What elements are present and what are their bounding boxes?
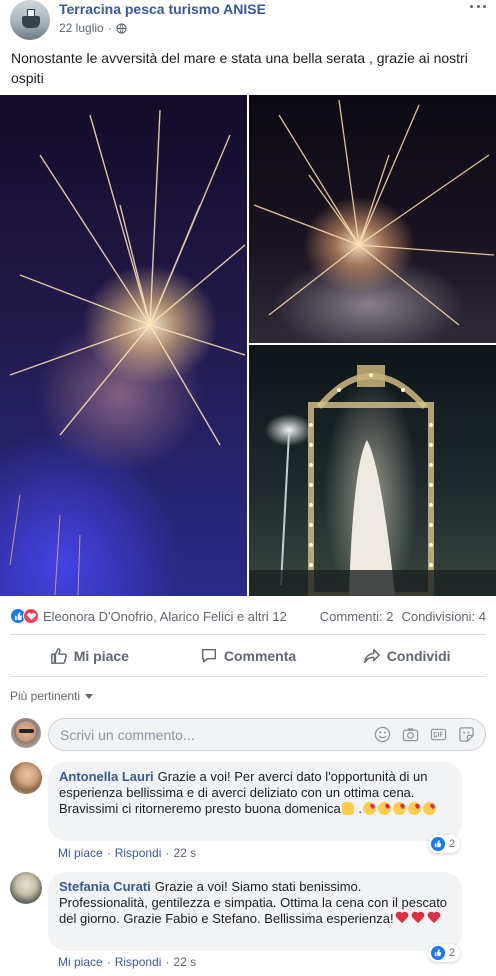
reaction-counts: Commenti: 2 Condivisioni: 4 <box>320 609 486 624</box>
comment-like-number: 2 <box>449 838 456 850</box>
camera-icon[interactable] <box>402 726 419 743</box>
thumbs-up-emoji-icon <box>341 802 354 815</box>
divider <box>10 676 486 677</box>
composer-icons <box>374 726 475 743</box>
comment-input[interactable] <box>60 726 374 743</box>
comment-like-count[interactable]: 2 <box>428 835 461 853</box>
share-icon <box>363 648 380 664</box>
comment-actions: Mi piace · Rispondi · 22 s <box>58 846 196 860</box>
kiss-emoji-icon <box>408 802 422 815</box>
like-button[interactable]: Mi piace <box>10 638 169 674</box>
comment-sort-dropdown[interactable]: Più pertinenti <box>10 689 94 703</box>
photo-fireworks-1[interactable] <box>0 95 247 596</box>
meta-separator: · <box>107 21 112 35</box>
comment-composer <box>48 718 486 751</box>
kiss-emoji-icon <box>363 802 377 815</box>
comment-like-count[interactable]: 2 <box>428 944 461 962</box>
photo-statue-procession[interactable] <box>249 345 496 596</box>
divider <box>10 634 486 635</box>
like-icon <box>431 837 445 851</box>
comment-button[interactable]: Commenta <box>169 638 328 674</box>
comment-sort-label: Più pertinenti <box>10 689 81 703</box>
comment-author[interactable]: Stefania Curati <box>59 879 151 894</box>
share-button[interactable]: Condividi <box>327 638 486 674</box>
comment-like-link[interactable]: Mi piace <box>58 955 103 969</box>
comment-reply-link[interactable]: Rispondi <box>115 846 162 860</box>
post-header: Terracina pesca turismo ANISE 22 luglio … <box>0 0 496 42</box>
comments-count[interactable]: Commenti: 2 <box>320 609 394 624</box>
photo-fireworks-2[interactable] <box>249 95 496 343</box>
comment-reply-link[interactable]: Rispondi <box>115 955 162 969</box>
heart-emoji-icon <box>427 912 441 925</box>
comment-bubble: Antonella Lauri Grazie a voi! Per averci … <box>48 762 462 841</box>
post-date[interactable]: 22 luglio <box>59 21 104 35</box>
comment-like-number: 2 <box>449 947 456 959</box>
more-options-icon[interactable] <box>470 2 486 10</box>
heart-emoji-icon <box>411 912 425 925</box>
kiss-emoji-icon <box>393 802 407 815</box>
heart-emoji-icon <box>395 912 409 925</box>
thumbs-up-icon <box>50 648 67 664</box>
meta-separator: · <box>106 846 111 860</box>
comment-time[interactable]: 22 s <box>173 955 196 969</box>
comment-time[interactable]: 22 s <box>173 846 196 860</box>
gif-icon[interactable] <box>430 726 447 743</box>
commenter-avatar[interactable] <box>10 872 42 904</box>
love-icon <box>23 608 39 624</box>
comment-actions: Mi piace · Rispondi · 22 s <box>58 955 196 969</box>
comment-like-link[interactable]: Mi piace <box>58 846 103 860</box>
user-avatar[interactable] <box>11 718 41 748</box>
comment-bubble: Stefania Curati Grazie a voi! Siamo stati… <box>48 872 462 951</box>
like-icon <box>431 946 445 960</box>
reaction-names[interactable]: Eleonora D'Onofrio, Alarico Felici e alt… <box>43 609 287 624</box>
meta-separator: · <box>165 955 170 969</box>
page-name-link[interactable]: Terracina pesca turismo ANISE <box>59 1 266 17</box>
meta-separator: · <box>165 846 170 860</box>
post-text: Nonostante le avversità del mare e stata… <box>11 50 468 86</box>
globe-icon[interactable] <box>116 22 127 34</box>
post-meta: 22 luglio · <box>59 21 127 35</box>
shares-count[interactable]: Condivisioni: 4 <box>401 609 486 624</box>
comment-icon <box>201 648 216 663</box>
kiss-emoji-icon <box>378 802 392 815</box>
commenter-avatar[interactable] <box>10 762 42 794</box>
caret-down-icon <box>85 693 94 699</box>
kiss-emoji-icon <box>423 802 437 815</box>
page-avatar[interactable] <box>10 0 50 40</box>
comment-author[interactable]: Antonella Lauri <box>59 769 154 784</box>
post-actions: Mi piace Commenta Condividi <box>10 638 486 674</box>
comment-button-label: Commenta <box>223 648 297 664</box>
share-button-label: Condividi <box>386 648 451 664</box>
emoji-icon[interactable] <box>374 726 391 743</box>
like-button-label: Mi piace <box>73 648 129 664</box>
meta-separator: · <box>106 955 111 969</box>
sticker-icon[interactable] <box>458 726 475 743</box>
reactions-bar: Eleonora D'Onofrio, Alarico Felici e alt… <box>10 606 486 626</box>
reaction-icons[interactable] <box>10 608 39 624</box>
